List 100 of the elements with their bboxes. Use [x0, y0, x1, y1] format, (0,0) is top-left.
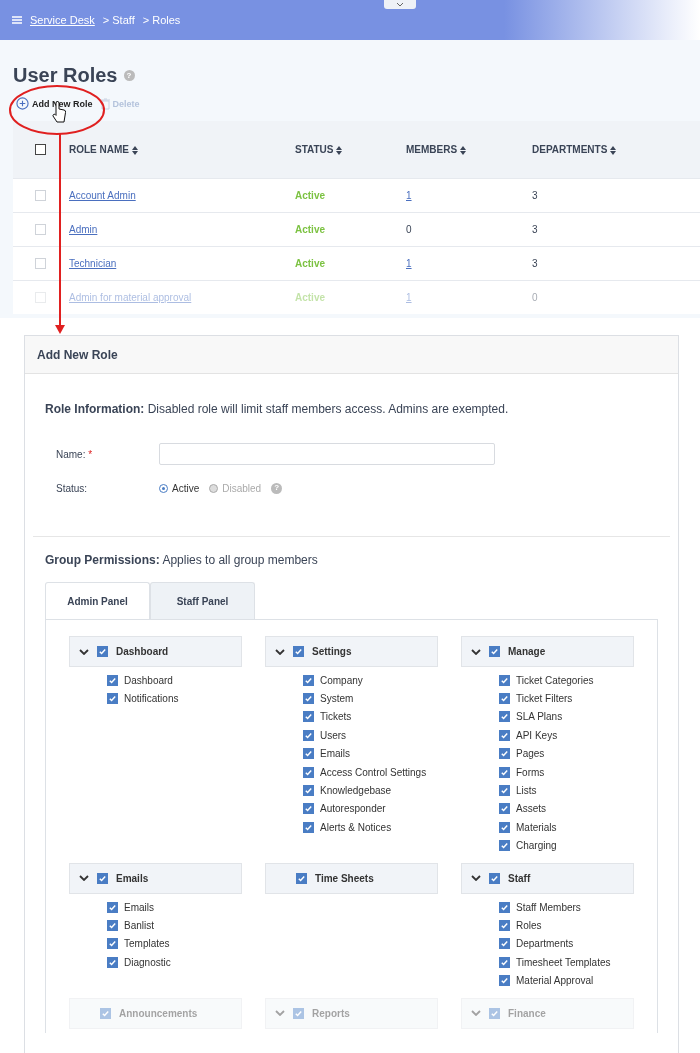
sort-icon[interactable] — [131, 145, 138, 155]
checkbox[interactable] — [303, 766, 314, 778]
permission-label: Materials — [516, 821, 557, 833]
breadcrumb-link[interactable]: Service Desk — [30, 14, 95, 26]
permission-label: Roles — [516, 920, 542, 931]
chevron-down-icon[interactable] — [275, 648, 285, 655]
group-title: Dashboard — [116, 646, 169, 657]
permission-label: Charging — [516, 840, 557, 852]
departments-count: 3 — [532, 190, 538, 201]
checkbox[interactable] — [489, 872, 500, 884]
status-text: Active — [295, 292, 325, 303]
checkbox[interactable] — [499, 711, 510, 723]
panel-tab[interactable]: Admin Panel — [45, 582, 150, 619]
permission-label: Alerts & Notices — [320, 821, 392, 833]
checkbox[interactable] — [303, 711, 314, 723]
members-count: 0 — [406, 224, 412, 235]
checkbox[interactable] — [303, 803, 314, 815]
checkbox[interactable] — [499, 766, 510, 778]
permission-group-header[interactable]: Time Sheets — [265, 862, 438, 894]
chevron-down-icon[interactable] — [396, 2, 404, 7]
permission-label: API Keys — [516, 729, 558, 741]
checkbox[interactable] — [499, 938, 510, 950]
departments-count: 3 — [532, 258, 538, 269]
members-link[interactable]: 1 — [406, 190, 412, 201]
checkbox[interactable] — [303, 821, 314, 833]
permission-group-header[interactable]: Dashboard — [69, 636, 242, 667]
permission-label: Diagnostic — [124, 956, 171, 968]
checkbox[interactable] — [499, 956, 510, 968]
name-input[interactable] — [159, 443, 495, 465]
sort-icon[interactable] — [610, 145, 617, 155]
chevron-down-icon[interactable] — [79, 875, 89, 882]
column-header[interactable]: MEMBERS — [406, 144, 458, 155]
permission-group-header[interactable]: Manage — [461, 636, 634, 667]
checkbox[interactable] — [303, 674, 314, 686]
checkbox[interactable] — [107, 938, 118, 950]
column-header[interactable]: STATUS — [295, 144, 334, 155]
permission-label: Ticket Filters — [516, 693, 573, 705]
checkbox[interactable] — [499, 975, 510, 987]
sort-icon[interactable] — [336, 145, 343, 155]
checkbox[interactable] — [107, 693, 118, 705]
checkbox[interactable] — [293, 646, 304, 657]
status-label: Status: — [56, 482, 89, 494]
group-title: Settings — [312, 646, 352, 657]
permission-label: Templates — [124, 938, 170, 950]
permission-label: Timesheet Templates — [516, 956, 611, 968]
chevron-down-icon[interactable] — [471, 875, 481, 882]
checkbox[interactable] — [303, 729, 314, 741]
checkbox[interactable] — [296, 872, 307, 884]
checkbox[interactable] — [499, 803, 510, 815]
checkbox[interactable] — [499, 840, 510, 852]
page-title: User Roles — [13, 64, 118, 87]
permission-label: Knowledgebase — [320, 785, 392, 797]
checkbox[interactable] — [499, 901, 510, 913]
sort-icon[interactable] — [459, 145, 466, 155]
breadcrumb-item: > Roles — [142, 14, 181, 26]
panel-title: Add New Role — [25, 336, 678, 374]
column-header[interactable]: ROLE NAME — [69, 144, 129, 155]
checkbox[interactable] — [97, 872, 108, 884]
status-text: Active — [295, 224, 325, 235]
permission-label: Forms — [516, 766, 545, 778]
checkbox[interactable] — [303, 785, 314, 797]
permission-group-header[interactable]: Emails — [69, 862, 242, 894]
checkbox[interactable] — [499, 785, 510, 797]
role-name-link[interactable]: Account Admin — [69, 190, 136, 201]
checkbox[interactable] — [499, 821, 510, 833]
checkbox[interactable] — [107, 920, 118, 931]
permission-label: Users — [320, 729, 347, 741]
checkbox[interactable] — [499, 920, 510, 931]
chevron-down-icon[interactable] — [471, 648, 481, 655]
checkbox[interactable] — [107, 674, 118, 686]
permission-group-header[interactable]: Settings — [265, 636, 438, 667]
checkbox[interactable] — [303, 693, 314, 705]
trash-icon — [100, 97, 110, 110]
checkbox[interactable] — [499, 674, 510, 686]
checkbox[interactable] — [499, 729, 510, 741]
permission-label: Lists — [516, 785, 537, 797]
status-text: Active — [295, 190, 325, 201]
checkbox[interactable] — [499, 748, 510, 760]
checkbox[interactable] — [35, 144, 46, 156]
group-title: Emails — [116, 872, 149, 884]
permission-group-header[interactable]: Staff — [461, 862, 634, 894]
group-title: Reports — [312, 1007, 350, 1019]
status-radio[interactable]: Active — [159, 482, 200, 494]
plus-circle-icon — [16, 97, 29, 110]
column-header[interactable]: DEPARTMENTS — [532, 144, 608, 155]
checkbox[interactable] — [489, 646, 500, 657]
group-title: Staff — [508, 872, 531, 884]
checkbox[interactable] — [107, 956, 118, 968]
checkbox[interactable] — [97, 646, 108, 657]
panel-tab[interactable]: Staff Panel — [150, 582, 255, 619]
role-name-link[interactable]: Admin — [69, 224, 98, 235]
collapse-tab[interactable] — [384, 0, 416, 9]
chevron-down-icon[interactable] — [79, 648, 89, 655]
menu-icon[interactable] — [12, 16, 22, 24]
checkbox[interactable] — [107, 901, 118, 913]
role-name-link[interactable]: Technician — [69, 258, 117, 269]
group-title: Announcements — [119, 1007, 198, 1019]
checkbox[interactable] — [499, 693, 510, 705]
checkbox[interactable] — [303, 748, 314, 760]
members-link[interactable]: 1 — [406, 258, 412, 269]
